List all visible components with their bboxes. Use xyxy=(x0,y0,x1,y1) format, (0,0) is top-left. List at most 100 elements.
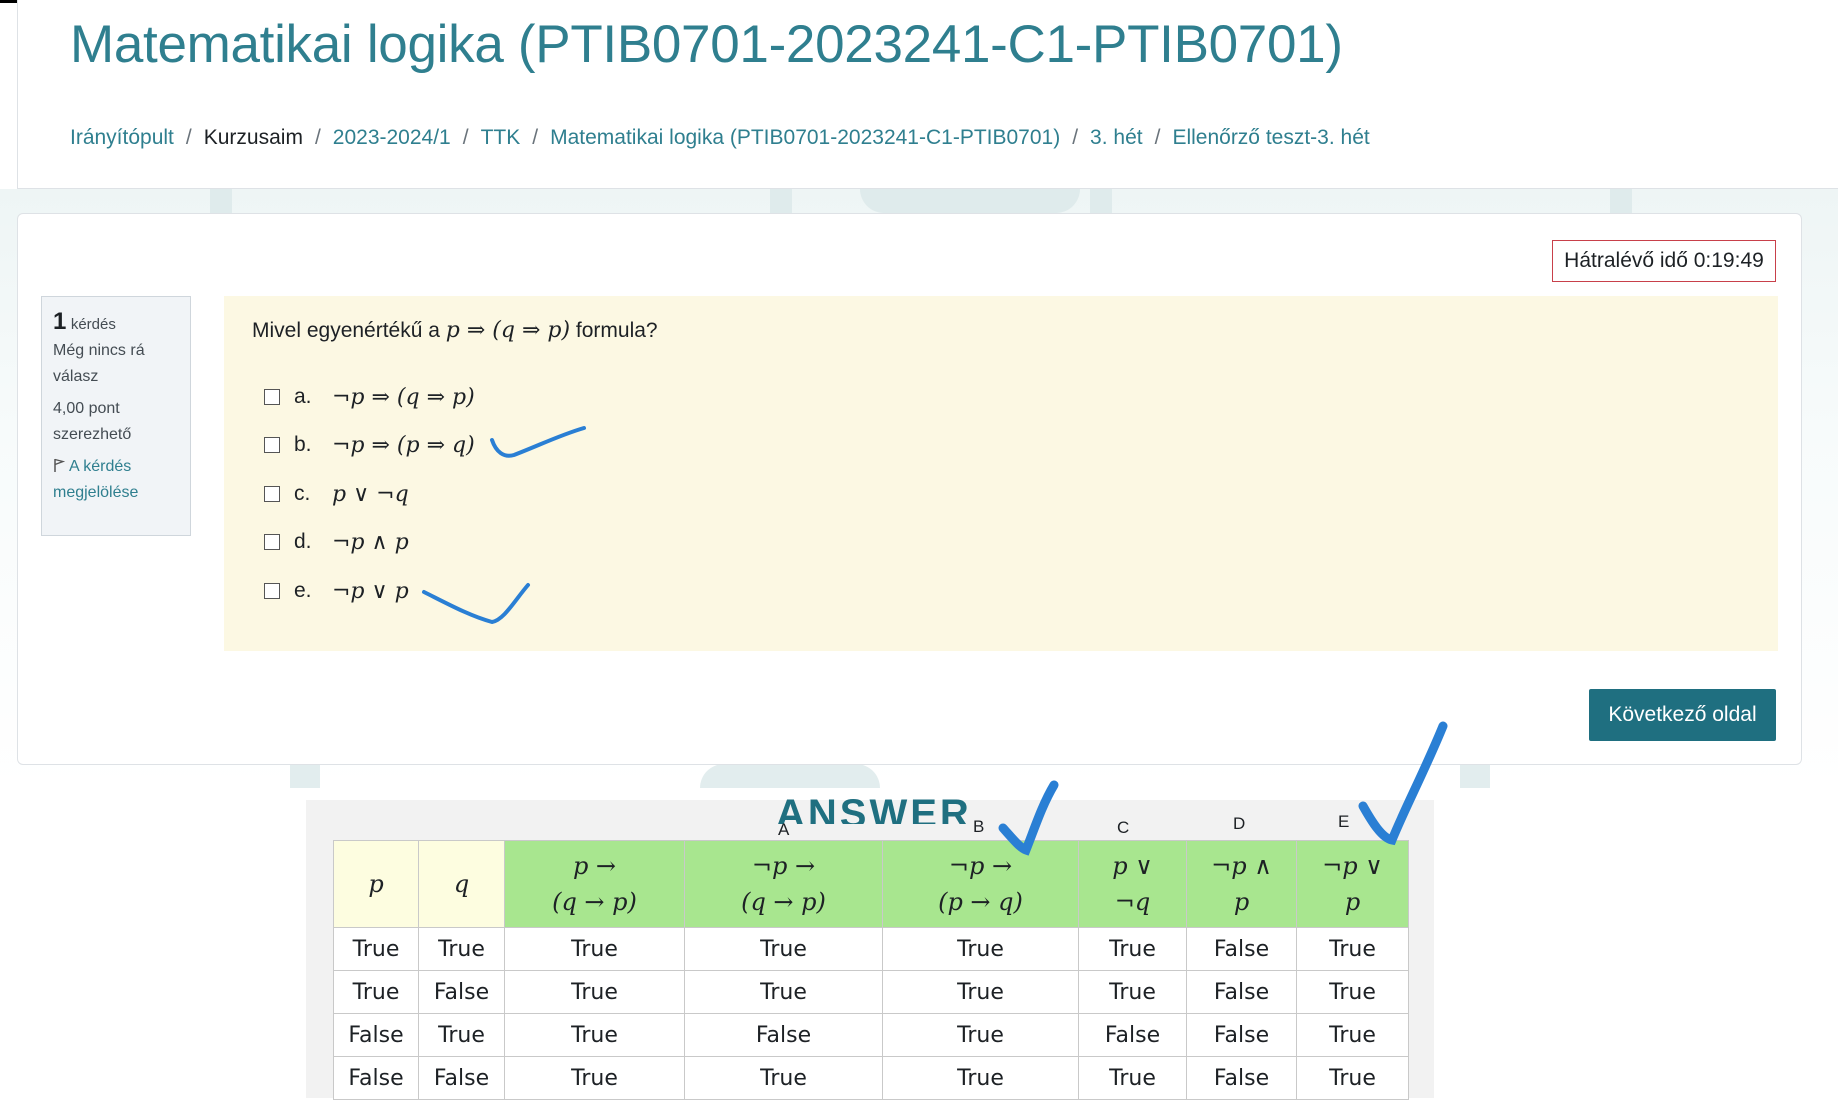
table-cell: True xyxy=(418,927,505,971)
table-cell: True xyxy=(1078,970,1187,1014)
option-formula: ¬p ∨ p xyxy=(332,578,409,604)
question-content: Mivel egyenértékű a p ⇒ (q ⇒ p) formula?… xyxy=(224,296,1778,651)
question-text-suffix: formula? xyxy=(575,319,658,342)
table-cell: True xyxy=(882,1056,1079,1100)
table-cell: True xyxy=(1296,1013,1409,1057)
flag-icon xyxy=(54,458,66,472)
answer-checkbox-b[interactable] xyxy=(264,437,280,453)
option-formula: ¬p ⇒ (p ⇒ q) xyxy=(332,432,475,458)
option-letter: c. xyxy=(294,482,311,505)
answer-option-e[interactable]: e. ¬p ∨ p xyxy=(264,576,409,606)
table-cell: True xyxy=(504,1013,685,1057)
question-points-line: 4,00 pont xyxy=(53,400,120,417)
option-formula: ¬p ⇒ (q ⇒ p) xyxy=(332,384,475,410)
table-cell: True xyxy=(684,970,883,1014)
header-cell-option-c: p ∨ ¬q xyxy=(1078,840,1187,928)
truth-table: p q p → (q → p) ¬p → (q → p) ¬p → (p → q) p… xyxy=(333,840,1409,1100)
table-cell: True xyxy=(1078,1056,1187,1100)
breadcrumb-link-quiz[interactable]: Ellenőrző teszt-3. hét xyxy=(1172,126,1369,150)
question-status: Még nincs rá válasz xyxy=(53,338,179,390)
answer-option-c[interactable]: c. p ∨ ¬q xyxy=(264,479,409,509)
table-cell: True xyxy=(504,970,685,1014)
breadcrumb-separator: / xyxy=(185,126,192,149)
table-cell: True xyxy=(1296,1056,1409,1100)
header-cell-option-a: ¬p → (q → p) xyxy=(684,840,883,928)
table-cell: True xyxy=(504,927,685,971)
table-cell: True xyxy=(684,1056,883,1100)
header-cell-option-b: ¬p → (p → q) xyxy=(882,840,1079,928)
answer-title: ANSWER xyxy=(776,792,972,824)
column-letter-e: E xyxy=(1338,812,1350,831)
header-cell-given-formula: p → (q → p) xyxy=(504,840,685,928)
question-text: Mivel egyenértékű a p ⇒ (q ⇒ p) formula? xyxy=(252,318,658,343)
flag-question-link[interactable]: A kérdés megjelölése xyxy=(53,454,179,506)
page-title: Matematikai logika (PTIB0701-2023241-C1-… xyxy=(70,15,1343,74)
table-cell: True xyxy=(333,970,419,1014)
breadcrumb-link-faculty[interactable]: TTK xyxy=(481,126,521,150)
option-formula: p ∨ ¬q xyxy=(332,481,409,507)
flag-question-label: megjelölése xyxy=(53,484,139,501)
header-cell-option-e: ¬p ∨ p xyxy=(1296,840,1409,928)
table-cell: True xyxy=(1296,927,1409,971)
table-row: True False True True True True False Tru… xyxy=(333,970,1409,1014)
answer-checkbox-c[interactable] xyxy=(264,486,280,502)
next-page-button[interactable]: Következő oldal xyxy=(1589,689,1776,741)
answer-checkbox-d[interactable] xyxy=(264,534,280,550)
question-formula: p ⇒ (q ⇒ p) xyxy=(445,318,571,343)
question-points-line: szerezhető xyxy=(53,426,132,443)
table-cell: True xyxy=(418,1013,505,1057)
table-cell: False xyxy=(1186,970,1297,1014)
breadcrumb-separator: / xyxy=(462,126,469,149)
option-letter: d. xyxy=(294,530,312,553)
question-info-panel: 1 kérdés Még nincs rá válasz 4,00 pont s… xyxy=(41,296,191,536)
question-text-prefix: Mivel egyenértékű a xyxy=(252,319,440,342)
breadcrumb-separator: / xyxy=(1154,126,1161,149)
table-cell: True xyxy=(1296,970,1409,1014)
question-points: 4,00 pont szerezhető xyxy=(53,396,179,448)
option-letter: e. xyxy=(294,579,312,602)
answer-option-a[interactable]: a. ¬p ⇒ (q ⇒ p) xyxy=(264,382,475,412)
table-cell: True xyxy=(504,1056,685,1100)
table-cell: True xyxy=(333,927,419,971)
table-cell: False xyxy=(1186,1013,1297,1057)
breadcrumb-separator: / xyxy=(532,126,539,149)
answer-option-d[interactable]: d. ¬p ∧ p xyxy=(264,527,409,557)
breadcrumb-link-dashboard[interactable]: Irányítópult xyxy=(70,126,174,150)
table-cell: False xyxy=(1186,1056,1297,1100)
header-cell-p: p xyxy=(333,840,419,928)
breadcrumb-link-semester[interactable]: 2023-2024/1 xyxy=(333,126,451,150)
breadcrumb-link-week[interactable]: 3. hét xyxy=(1090,126,1143,150)
table-cell: True xyxy=(882,1013,1079,1057)
table-row: False False True True True True False Tr… xyxy=(333,1056,1409,1100)
remaining-time-badge: Hátralévő idő 0:19:49 xyxy=(1552,240,1776,282)
breadcrumb-item-my-courses: Kurzusaim xyxy=(203,126,303,149)
table-cell: True xyxy=(882,927,1079,971)
answer-option-b[interactable]: b. ¬p ⇒ (p ⇒ q) xyxy=(264,430,475,460)
breadcrumb-separator: / xyxy=(314,126,321,149)
answer-checkbox-a[interactable] xyxy=(264,389,280,405)
header-cell-q: q xyxy=(418,840,505,928)
breadcrumb: Irányítópult / Kurzusaim / 2023-2024/1 /… xyxy=(70,126,1370,150)
option-letter: a. xyxy=(294,385,312,408)
table-cell: True xyxy=(1078,927,1187,971)
table-row: False True True False True False False T… xyxy=(333,1013,1409,1057)
table-cell: False xyxy=(418,970,505,1014)
table-cell: True xyxy=(882,970,1079,1014)
table-cell: True xyxy=(684,927,883,971)
column-letter-d: D xyxy=(1233,814,1246,833)
question-status-line: válasz xyxy=(53,368,99,385)
question-number: 1 xyxy=(53,308,67,335)
question-status-line: Még nincs rá xyxy=(53,342,145,359)
table-cell: False xyxy=(333,1013,419,1057)
flag-question-label: A kérdés xyxy=(69,458,132,475)
truth-table-header-row: p q p → (q → p) ¬p → (q → p) ¬p → (p → q) p… xyxy=(333,840,1409,928)
header-cell-option-d: ¬p ∧ p xyxy=(1186,840,1297,928)
column-letter-b: B xyxy=(973,817,985,836)
answer-checkbox-e[interactable] xyxy=(264,583,280,599)
breadcrumb-link-course[interactable]: Matematikai logika (PTIB0701-2023241-C1-… xyxy=(550,126,1060,150)
table-row: True True True True True True False True xyxy=(333,927,1409,971)
table-cell: False xyxy=(1186,927,1297,971)
page-header: Matematikai logika (PTIB0701-2023241-C1-… xyxy=(17,0,1838,189)
table-cell: False xyxy=(1078,1013,1187,1057)
option-letter: b. xyxy=(294,433,312,456)
